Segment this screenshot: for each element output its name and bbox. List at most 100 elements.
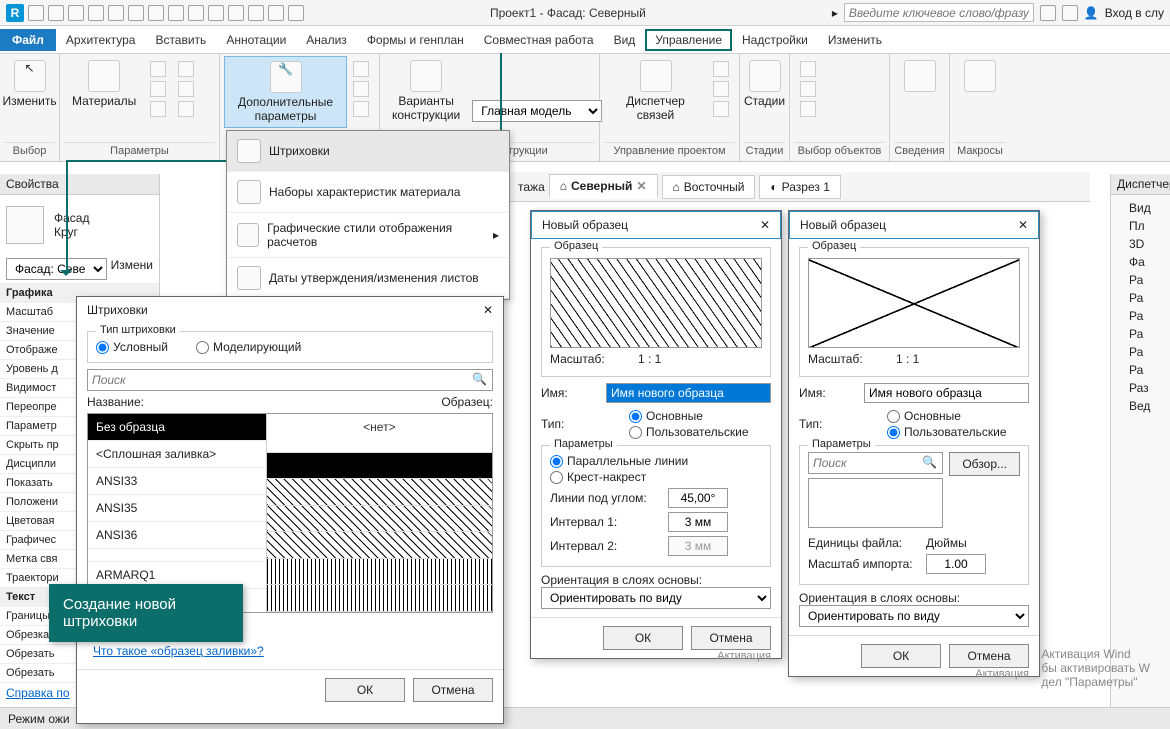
tab-plan-partial[interactable]: тажа xyxy=(518,180,545,194)
menu-manage[interactable]: Управление xyxy=(645,29,732,51)
loc-3[interactable] xyxy=(351,100,371,118)
param-2[interactable] xyxy=(176,80,196,98)
measure-icon[interactable] xyxy=(148,5,164,21)
close-icon[interactable]: ✕ xyxy=(760,218,770,232)
radio-cross[interactable]: Крест-накрест xyxy=(550,470,754,484)
tab-north[interactable]: ⌂Северный✕ xyxy=(549,174,658,199)
switch-win-icon[interactable] xyxy=(288,5,304,21)
edit-type-btn[interactable]: Измени xyxy=(111,258,153,280)
pattern-solid[interactable]: <Сплошная заливка> xyxy=(88,441,266,468)
menu-collab[interactable]: Совместная работа xyxy=(474,29,604,51)
undo-icon[interactable] xyxy=(88,5,104,21)
menu-architecture[interactable]: Архитектура xyxy=(56,29,146,51)
object-styles[interactable] xyxy=(148,60,168,78)
pattern-ansi33[interactable]: ANSI33 xyxy=(88,468,266,495)
pattern-search[interactable] xyxy=(87,369,493,391)
tree-facades[interactable]: Фа xyxy=(1115,253,1166,271)
cancel-button[interactable]: Отмена xyxy=(949,644,1029,668)
orient-select2[interactable]: Ориентировать по виду xyxy=(799,605,1029,627)
fav-icon[interactable] xyxy=(1062,5,1078,21)
save-icon[interactable] xyxy=(48,5,64,21)
open-icon[interactable] xyxy=(28,5,44,21)
menu-modify[interactable]: Изменить xyxy=(818,29,892,51)
radio-custom[interactable]: Пользовательские xyxy=(629,425,709,439)
tab-section[interactable]: ◐Разрез 1 xyxy=(759,175,841,199)
menu-analysis[interactable]: Анализ xyxy=(296,29,357,51)
tab-east[interactable]: ⌂Восточный xyxy=(662,175,756,199)
tree-r6[interactable]: Ра xyxy=(1115,361,1166,379)
tree-plans[interactable]: Пл xyxy=(1115,217,1166,235)
pattern-none[interactable]: Без образца xyxy=(88,414,266,441)
close-icon[interactable]: ✕ xyxy=(483,303,493,317)
materials-tool[interactable]: Материалы xyxy=(64,56,144,122)
orient-select[interactable]: Ориентировать по виду xyxy=(541,587,771,609)
menu-view[interactable]: Вид xyxy=(604,29,646,51)
type-selector[interactable]: Фасад: Северный xyxy=(6,258,107,280)
tree-r2[interactable]: Ра xyxy=(1115,289,1166,307)
browse-button[interactable]: Обзор... xyxy=(949,452,1020,476)
radio-modeling[interactable]: Моделирующий xyxy=(196,340,301,354)
ok-button[interactable]: ОК xyxy=(861,644,941,668)
close-icon[interactable]: ✕ xyxy=(1018,218,1028,232)
redo-icon[interactable] xyxy=(108,5,124,21)
ok-button[interactable]: ОК xyxy=(603,626,683,650)
pattern-blank[interactable] xyxy=(88,549,266,562)
design-options-tool[interactable]: Варианты конструкции xyxy=(384,56,468,126)
tree-r4[interactable]: Ра xyxy=(1115,325,1166,343)
name-input2[interactable] xyxy=(864,383,1029,403)
links-mgr-tool[interactable]: Диспетчер связей xyxy=(604,56,707,126)
pattern-ansi35[interactable]: ANSI35 xyxy=(88,495,266,522)
additional-params-tool[interactable]: 🔧Дополнительные параметры xyxy=(224,56,347,128)
sync-icon[interactable] xyxy=(68,5,84,21)
sel-3[interactable] xyxy=(798,100,881,118)
loc-1[interactable] xyxy=(351,60,371,78)
pm-3[interactable] xyxy=(711,100,731,118)
radio-basic2[interactable]: Основные xyxy=(887,409,967,423)
info-tool[interactable] xyxy=(894,56,945,96)
thin-lines-icon[interactable] xyxy=(248,5,264,21)
text-icon[interactable] xyxy=(188,5,204,21)
import-scale-input[interactable] xyxy=(926,554,986,574)
tree-r3[interactable]: Ра xyxy=(1115,307,1166,325)
dropdown-hatches[interactable]: Штриховки xyxy=(227,131,509,172)
modify-tool[interactable]: ↖Изменить xyxy=(4,56,55,112)
int1-input[interactable] xyxy=(668,512,728,532)
tree-r5[interactable]: Ра xyxy=(1115,343,1166,361)
sel-1[interactable] xyxy=(798,60,881,78)
comm-icon[interactable] xyxy=(1040,5,1056,21)
name-input[interactable] xyxy=(606,383,771,403)
cancel-button[interactable]: Отмена xyxy=(691,626,771,650)
param-1[interactable] xyxy=(176,60,196,78)
login-link[interactable]: Вход в слу xyxy=(1105,6,1164,20)
angle-input[interactable] xyxy=(668,488,728,508)
pattern-ansi36[interactable]: ANSI36 xyxy=(88,522,266,549)
sel-2[interactable] xyxy=(798,80,881,98)
ok-button[interactable]: ОК xyxy=(325,678,405,702)
tree-sections[interactable]: Раз xyxy=(1115,379,1166,397)
section-icon[interactable] xyxy=(228,5,244,21)
user-icon[interactable]: 👤 xyxy=(1084,6,1099,20)
radio-parallel[interactable]: Параллельные линии xyxy=(550,454,754,468)
tree-r1[interactable]: Ра xyxy=(1115,271,1166,289)
radio-custom2[interactable]: Пользовательские xyxy=(887,425,967,439)
proj-info[interactable] xyxy=(148,100,168,118)
dropdown-matsets[interactable]: Наборы характеристик материала xyxy=(227,172,509,213)
pm-2[interactable] xyxy=(711,80,731,98)
menu-annotations[interactable]: Аннотации xyxy=(216,29,296,51)
3d-icon[interactable] xyxy=(208,5,224,21)
menu-file[interactable]: Файл xyxy=(0,29,56,51)
menu-addins[interactable]: Надстройки xyxy=(732,29,818,51)
radio-basic[interactable]: Основные xyxy=(629,409,709,423)
main-model-select[interactable]: Главная модель xyxy=(472,100,602,122)
menu-massing[interactable]: Формы и генплан xyxy=(357,29,474,51)
close-inactive-icon[interactable] xyxy=(268,5,284,21)
dropdown-calcstyles[interactable]: Графические стили отображения расчетов▸ xyxy=(227,213,509,258)
dropdown-sheetdates[interactable]: Даты утверждения/изменения листов xyxy=(227,258,509,299)
custom-list[interactable] xyxy=(808,478,943,528)
snaps[interactable] xyxy=(148,80,168,98)
param-3[interactable] xyxy=(176,100,196,118)
keyword-search[interactable] xyxy=(844,3,1034,22)
phases-tool[interactable]: Стадии xyxy=(744,56,785,112)
menu-insert[interactable]: Вставить xyxy=(145,29,216,51)
what-is-link[interactable]: Что такое «образец заливки»? xyxy=(87,641,493,661)
